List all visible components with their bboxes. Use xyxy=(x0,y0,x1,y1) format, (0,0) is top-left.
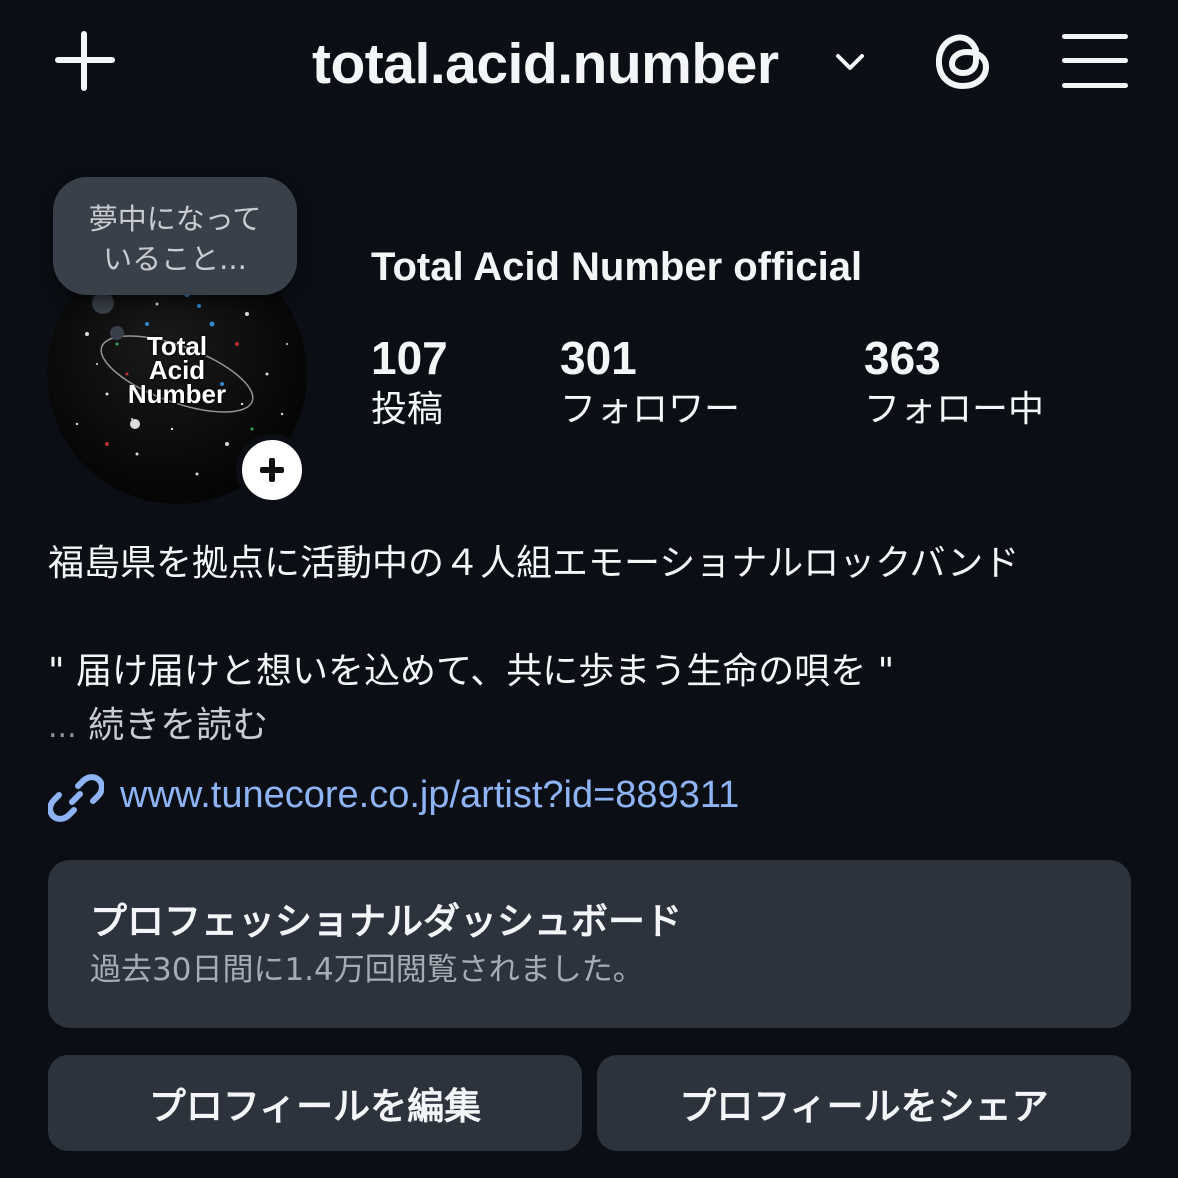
avatar-logo-text: Total Acid Number xyxy=(127,331,227,409)
bio-line-2: " 届け届けと想いを込めて、共に歩まう生命の唄を " xyxy=(48,651,895,692)
threads-icon[interactable] xyxy=(926,24,998,96)
bio-link[interactable]: www.tunecore.co.jp/artist?id=889311 xyxy=(120,768,739,822)
stat-posts-count: 107 xyxy=(371,332,448,384)
note-bubble[interactable]: 夢中になって いること... xyxy=(53,177,297,295)
dashboard-subtitle: 過去30日間に1.4万回閲覧されました。 xyxy=(90,952,644,988)
edit-profile-button[interactable]: プロフィールを編集 xyxy=(48,1055,582,1151)
add-story-plus-icon[interactable] xyxy=(236,434,308,506)
link-icon xyxy=(47,770,105,826)
stat-followers-count: 301 xyxy=(560,332,637,384)
bio-more[interactable]: ... 続きを読む xyxy=(48,702,268,752)
stat-followers-label: フォロワー xyxy=(560,389,741,430)
display-name: Total Acid Number official xyxy=(371,245,863,289)
profile-username[interactable]: total.acid.number xyxy=(312,24,779,104)
share-profile-button[interactable]: プロフィールをシェア xyxy=(597,1055,1131,1151)
hamburger-menu-icon[interactable] xyxy=(1060,30,1130,92)
create-plus-icon[interactable] xyxy=(50,26,120,96)
stat-following-label: フォロー中 xyxy=(864,389,1045,430)
stat-following-count: 363 xyxy=(864,332,941,384)
dashboard-title: プロフェッショナルダッシュボード xyxy=(90,900,682,943)
stat-followers[interactable]: 301 フォロワー xyxy=(560,330,740,434)
read-more-link[interactable]: 続きを読む xyxy=(88,705,268,746)
note-bubble-tail-small xyxy=(110,326,124,340)
note-bubble-tail xyxy=(92,292,114,314)
stat-following[interactable]: 363 フォロー中 xyxy=(864,330,1044,434)
stat-posts[interactable]: 107 投稿 xyxy=(371,330,448,434)
bio-ellipsis: ... xyxy=(48,710,77,745)
bio-line-1: 福島県を拠点に活動中の４人組エモーショナルロックバンド xyxy=(48,543,1020,584)
chevron-down-icon[interactable] xyxy=(830,42,870,82)
stat-posts-label: 投稿 xyxy=(371,389,444,430)
